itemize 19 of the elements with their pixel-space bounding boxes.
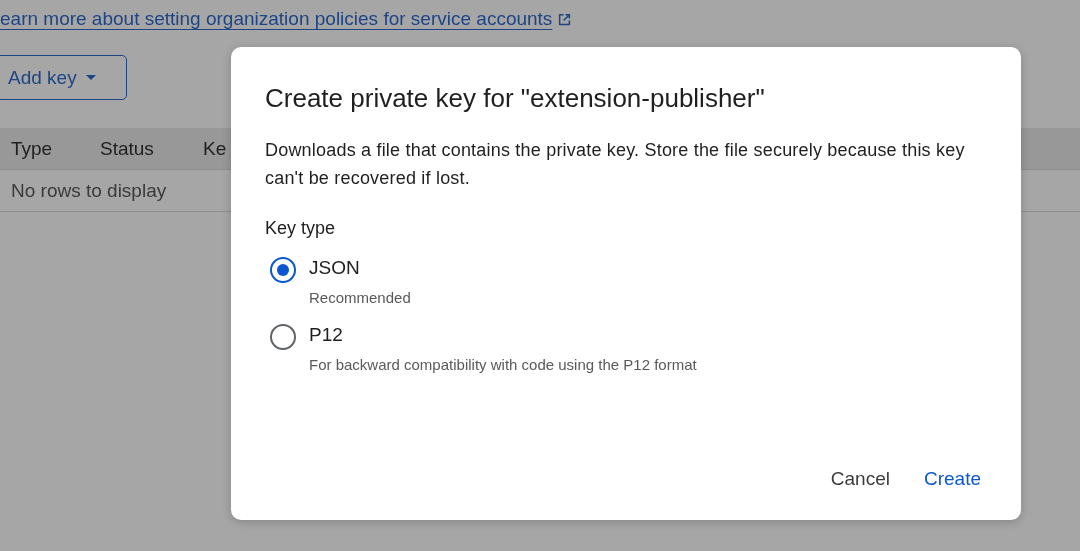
column-header[interactable]: Type: [0, 137, 89, 160]
option-hint: Recommended: [309, 289, 411, 306]
empty-table-message: No rows to display: [11, 179, 167, 202]
cancel-button[interactable]: Cancel: [818, 460, 902, 498]
key-type-label: Key type: [265, 218, 337, 239]
option-label[interactable]: P12: [309, 318, 697, 352]
radio-button[interactable]: [270, 257, 296, 283]
add-key-button[interactable]: Add key: [0, 55, 127, 100]
create-button[interactable]: Create: [911, 460, 993, 498]
dialog-description: Downloads a file that contains the private key. Store the file securely because this key can't be recovered if lost.: [265, 139, 966, 190]
column-header[interactable]: Status: [89, 137, 192, 160]
external-link-icon: [557, 11, 573, 27]
column-header[interactable]: Ke: [192, 137, 227, 160]
option-label[interactable]: JSON: [309, 251, 411, 285]
radio-button[interactable]: [270, 324, 296, 350]
policy-link[interactable]: earn more about setting organization policies for service accounts: [0, 8, 553, 30]
dialog-title: Create private key for "extension-publisher": [265, 83, 766, 114]
option-hint: For backward compatibility with code using the P12 format: [309, 356, 697, 373]
caret-icon: [85, 75, 96, 80]
